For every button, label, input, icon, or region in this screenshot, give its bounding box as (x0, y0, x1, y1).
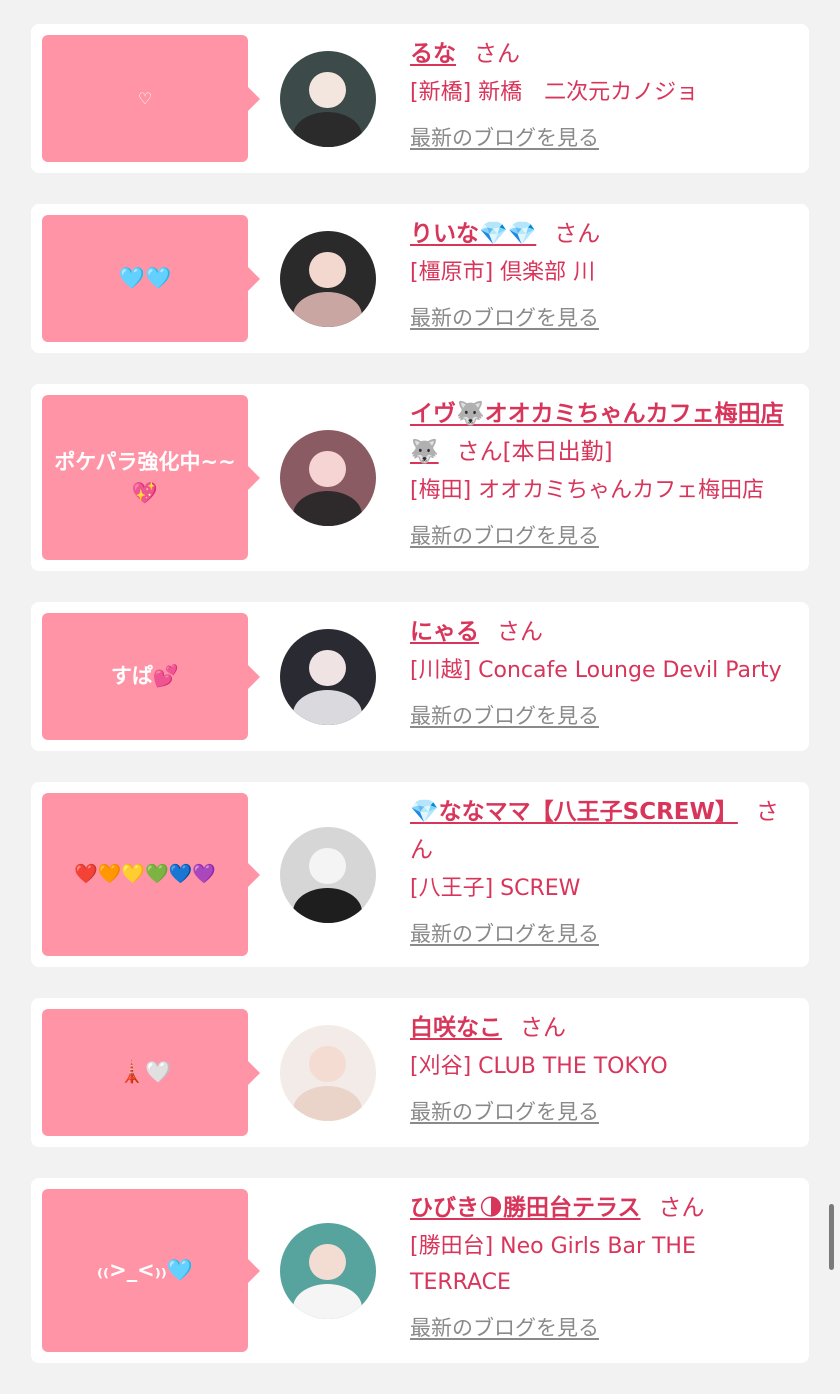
honorific: さん (474, 41, 520, 67)
list-item: ₍₍>_<₎₎🩵 ひびき🌗勝田台テラス さん [勝田台] Neo Girls Ba… (31, 1178, 809, 1363)
shop-info: [川越] Concafe Lounge Devil Party (410, 658, 782, 683)
comment-bubble: 🩵🩵 (42, 215, 260, 342)
list-item: ポケパラ強化中~~💖 イヴ🐺オオカミちゃんカフェ梅田店🐺 さん[本日出勤] [梅田… (31, 384, 809, 571)
shop-info: [新橋] 新橋 二次元カノジョ (410, 80, 699, 105)
comment-text: ポケパラ強化中~~💖 (54, 450, 236, 505)
shop-info: [梅田] オオカミちゃんカフェ梅田店 (410, 478, 765, 503)
list-item: 🗼🤍 白咲なこ さん [刈谷] CLUB THE TOKYO 最新のブログを見る (31, 998, 809, 1147)
avatar[interactable] (279, 230, 376, 327)
comment-bubble: ❤️🧡💛💚💙💜 (42, 793, 260, 956)
comment-text: 🩵🩵 (118, 266, 172, 291)
comment-text: ❤️🧡💛💚💙💜 (74, 862, 216, 885)
comment-bubble: ♡ (42, 35, 260, 162)
latest-blog-link[interactable]: 最新のブログを見る (410, 122, 599, 152)
avatar[interactable] (279, 628, 376, 725)
comment-bubble: すぱ💕 (42, 613, 260, 740)
shop-info: [刈谷] CLUB THE TOKYO (410, 1054, 668, 1079)
shop-info: [勝田台] Neo Girls Bar THE TERRACE (410, 1234, 696, 1295)
comment-text: すぱ💕 (110, 664, 180, 689)
on-duty-badge: [本日出勤] (502, 439, 613, 465)
shop-info: [橿原市] 倶楽部 川 (410, 260, 596, 285)
avatar[interactable] (279, 50, 376, 147)
cast-name-link[interactable]: 白咲なこ (410, 1015, 502, 1041)
latest-blog-link[interactable]: 最新のブログを見る (410, 918, 599, 948)
avatar[interactable] (279, 826, 376, 923)
latest-blog-link[interactable]: 最新のブログを見る (410, 700, 599, 730)
cast-name-link[interactable]: るな (410, 41, 456, 67)
latest-blog-link[interactable]: 最新のブログを見る (410, 1096, 599, 1126)
honorific: さん (497, 619, 543, 645)
comment-bubble: ₍₍>_<₎₎🩵 (42, 1189, 260, 1352)
honorific: さん (520, 1015, 566, 1041)
avatar[interactable] (279, 1024, 376, 1121)
honorific: さん (554, 221, 601, 247)
cast-name-link[interactable]: 💎ななママ【八王子SCREW】 (410, 799, 738, 825)
list-item: すぱ💕 にゃる さん [川越] Concafe Lounge Devil Part… (31, 602, 809, 751)
cast-name-link[interactable]: ひびき🌗勝田台テラス (410, 1195, 641, 1221)
honorific: さん (456, 439, 503, 465)
comment-text: ₍₍>_<₎₎🩵 (96, 1258, 194, 1283)
latest-blog-link[interactable]: 最新のブログを見る (410, 302, 599, 332)
comment-bubble: ポケパラ強化中~~💖 (42, 395, 260, 560)
list-item: ❤️🧡💛💚💙💜 💎ななママ【八王子SCREW】 さん [八王子] SCREW 最新… (31, 782, 809, 967)
list-item: 🩵🩵 りいな💎💎 さん [橿原市] 倶楽部 川 最新のブログを見る (31, 204, 809, 353)
list-item: ♡ るな さん [新橋] 新橋 二次元カノジョ 最新のブログを見る (31, 24, 809, 173)
honorific: さん (658, 1195, 705, 1221)
avatar[interactable] (279, 429, 376, 526)
cast-name-link[interactable]: りいな💎💎 (410, 221, 536, 247)
comment-text: ♡ (137, 88, 153, 108)
comment-bubble: 🗼🤍 (42, 1009, 260, 1136)
cast-name-link[interactable]: にゃる (410, 619, 479, 645)
scrollbar[interactable] (829, 1204, 834, 1270)
latest-blog-link[interactable]: 最新のブログを見る (410, 1312, 599, 1342)
latest-blog-link[interactable]: 最新のブログを見る (410, 520, 599, 550)
avatar[interactable] (279, 1222, 376, 1319)
blog-girl-list: ♡ るな さん [新橋] 新橋 二次元カノジョ 最新のブログを見る 🩵🩵 りいな… (31, 24, 809, 1394)
shop-info: [八王子] SCREW (410, 876, 581, 901)
comment-text: 🗼🤍 (118, 1060, 172, 1085)
